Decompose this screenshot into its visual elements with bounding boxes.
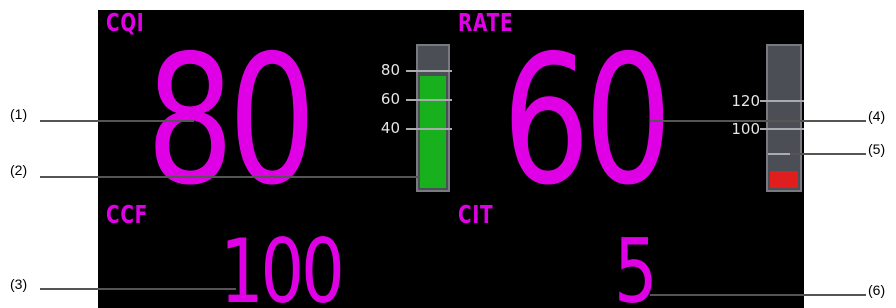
ccf-value: 100 xyxy=(220,220,345,308)
callout-1: (1) xyxy=(10,106,28,122)
callout-3: (3) xyxy=(10,276,28,292)
rate-tick-120 xyxy=(760,100,804,102)
cqi-tick-label-40: 40 xyxy=(380,119,400,137)
callout-2-line xyxy=(40,176,420,178)
cqi-bar-graph xyxy=(416,44,450,192)
cqi-tick-80 xyxy=(406,70,452,72)
cit-value: 5 xyxy=(614,220,658,308)
callout-6-line xyxy=(650,294,866,296)
cqi-bar-fill xyxy=(420,76,446,188)
cit-label: CIT xyxy=(458,200,494,229)
cqi-tick-40 xyxy=(406,128,452,130)
rate-tick-label-100: 100 xyxy=(731,120,760,138)
callout-5-line xyxy=(790,153,866,155)
rate-tick-label-120: 120 xyxy=(731,92,760,110)
callout-4: (4) xyxy=(868,108,886,124)
rate-bar-graph xyxy=(766,44,802,192)
callout-6: (6) xyxy=(868,282,886,298)
rate-value: 60 xyxy=(502,17,672,224)
cqi-tick-label-60: 60 xyxy=(380,90,400,108)
cqi-label: CQI xyxy=(106,10,145,37)
cqi-tick-60 xyxy=(406,99,452,101)
callout-5: (5) xyxy=(868,141,886,157)
ccf-label: CCF xyxy=(106,200,149,229)
monitor-screen: CQI 80 80 60 40 RATE 60 120 100 CCF 100 … xyxy=(98,10,804,308)
callout-1-line xyxy=(40,120,194,122)
rate-tick-100 xyxy=(760,128,804,130)
callout-2: (2) xyxy=(10,162,28,178)
callout-3-line xyxy=(40,288,236,290)
callout-4-line xyxy=(650,120,866,122)
cqi-tick-label-80: 80 xyxy=(380,61,400,79)
rate-bar-fill xyxy=(770,171,798,188)
